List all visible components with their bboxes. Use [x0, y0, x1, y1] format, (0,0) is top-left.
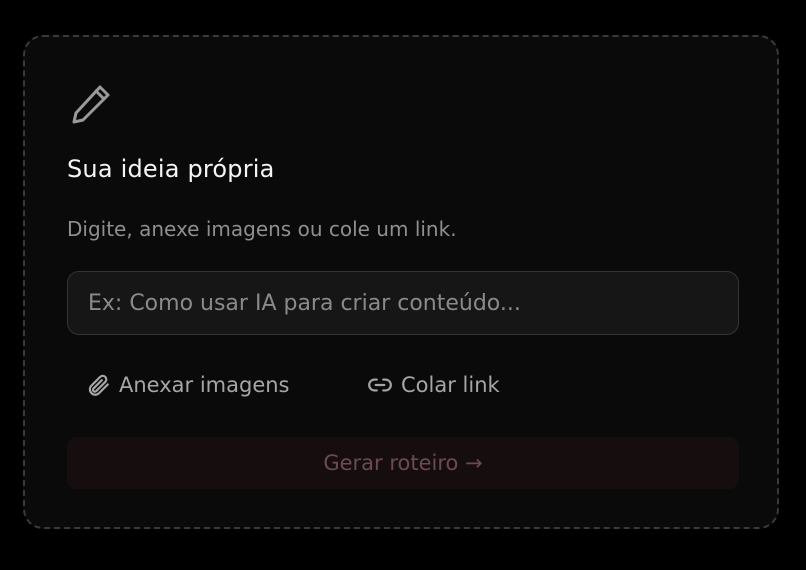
card-title: Sua ideia própria — [67, 155, 275, 183]
paste-link-label: Colar link — [401, 373, 500, 397]
idea-input[interactable] — [67, 271, 739, 335]
link-icon — [367, 372, 393, 398]
attach-images-label: Anexar imagens — [119, 373, 290, 397]
attach-images-button[interactable]: Anexar imagens — [85, 367, 290, 403]
idea-card: Sua ideia própria Digite, anexe imagens … — [23, 35, 779, 529]
generate-script-button[interactable]: Gerar roteiro → — [67, 437, 739, 489]
paperclip-icon — [85, 372, 111, 398]
paste-link-button[interactable]: Colar link — [367, 367, 500, 403]
card-subtitle: Digite, anexe imagens ou cole um link. — [67, 217, 457, 241]
pencil-icon — [69, 81, 115, 127]
